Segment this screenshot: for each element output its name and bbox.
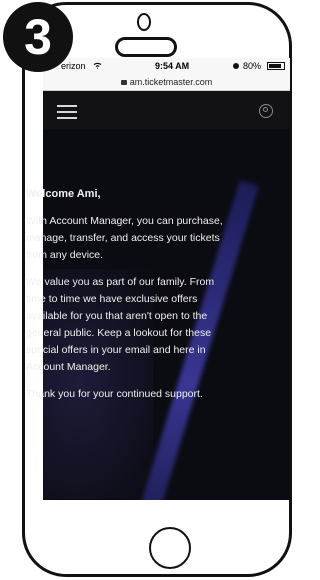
paragraph-thank-you: Thank you for your continued support. xyxy=(26,388,203,400)
account-icon[interactable] xyxy=(259,104,273,118)
step-badge: 3 xyxy=(3,2,73,72)
battery-fill xyxy=(269,64,281,68)
status-time: 9:54 AM xyxy=(155,61,190,71)
paragraph-exclusive-offers: We value you as part of our family. From… xyxy=(26,276,215,373)
welcome-message: Welcome Ami, With Account Manager, you c… xyxy=(26,186,234,413)
menu-line xyxy=(57,111,77,113)
home-button[interactable] xyxy=(149,527,191,569)
app-header xyxy=(43,91,290,129)
alarm-icon xyxy=(233,63,239,69)
wifi-icon xyxy=(93,62,102,69)
status-bar: erizon 9:54 AM 80% xyxy=(43,58,290,74)
greeting: Welcome Ami, xyxy=(26,188,101,200)
paragraph-account-manager: With Account Manager, you can purchase, … xyxy=(26,215,223,261)
earpiece-speaker xyxy=(115,37,177,57)
battery-percent: 80% xyxy=(243,61,262,71)
lock-icon xyxy=(120,80,127,85)
battery-icon xyxy=(267,62,285,70)
hamburger-menu-icon[interactable] xyxy=(57,105,77,119)
url-bar[interactable]: am.ticketmaster.com xyxy=(43,74,290,91)
menu-line xyxy=(57,105,77,107)
front-camera xyxy=(137,13,151,31)
menu-line xyxy=(57,117,77,119)
carrier-label: erizon xyxy=(61,61,86,71)
url-text: am.ticketmaster.com xyxy=(129,77,213,87)
